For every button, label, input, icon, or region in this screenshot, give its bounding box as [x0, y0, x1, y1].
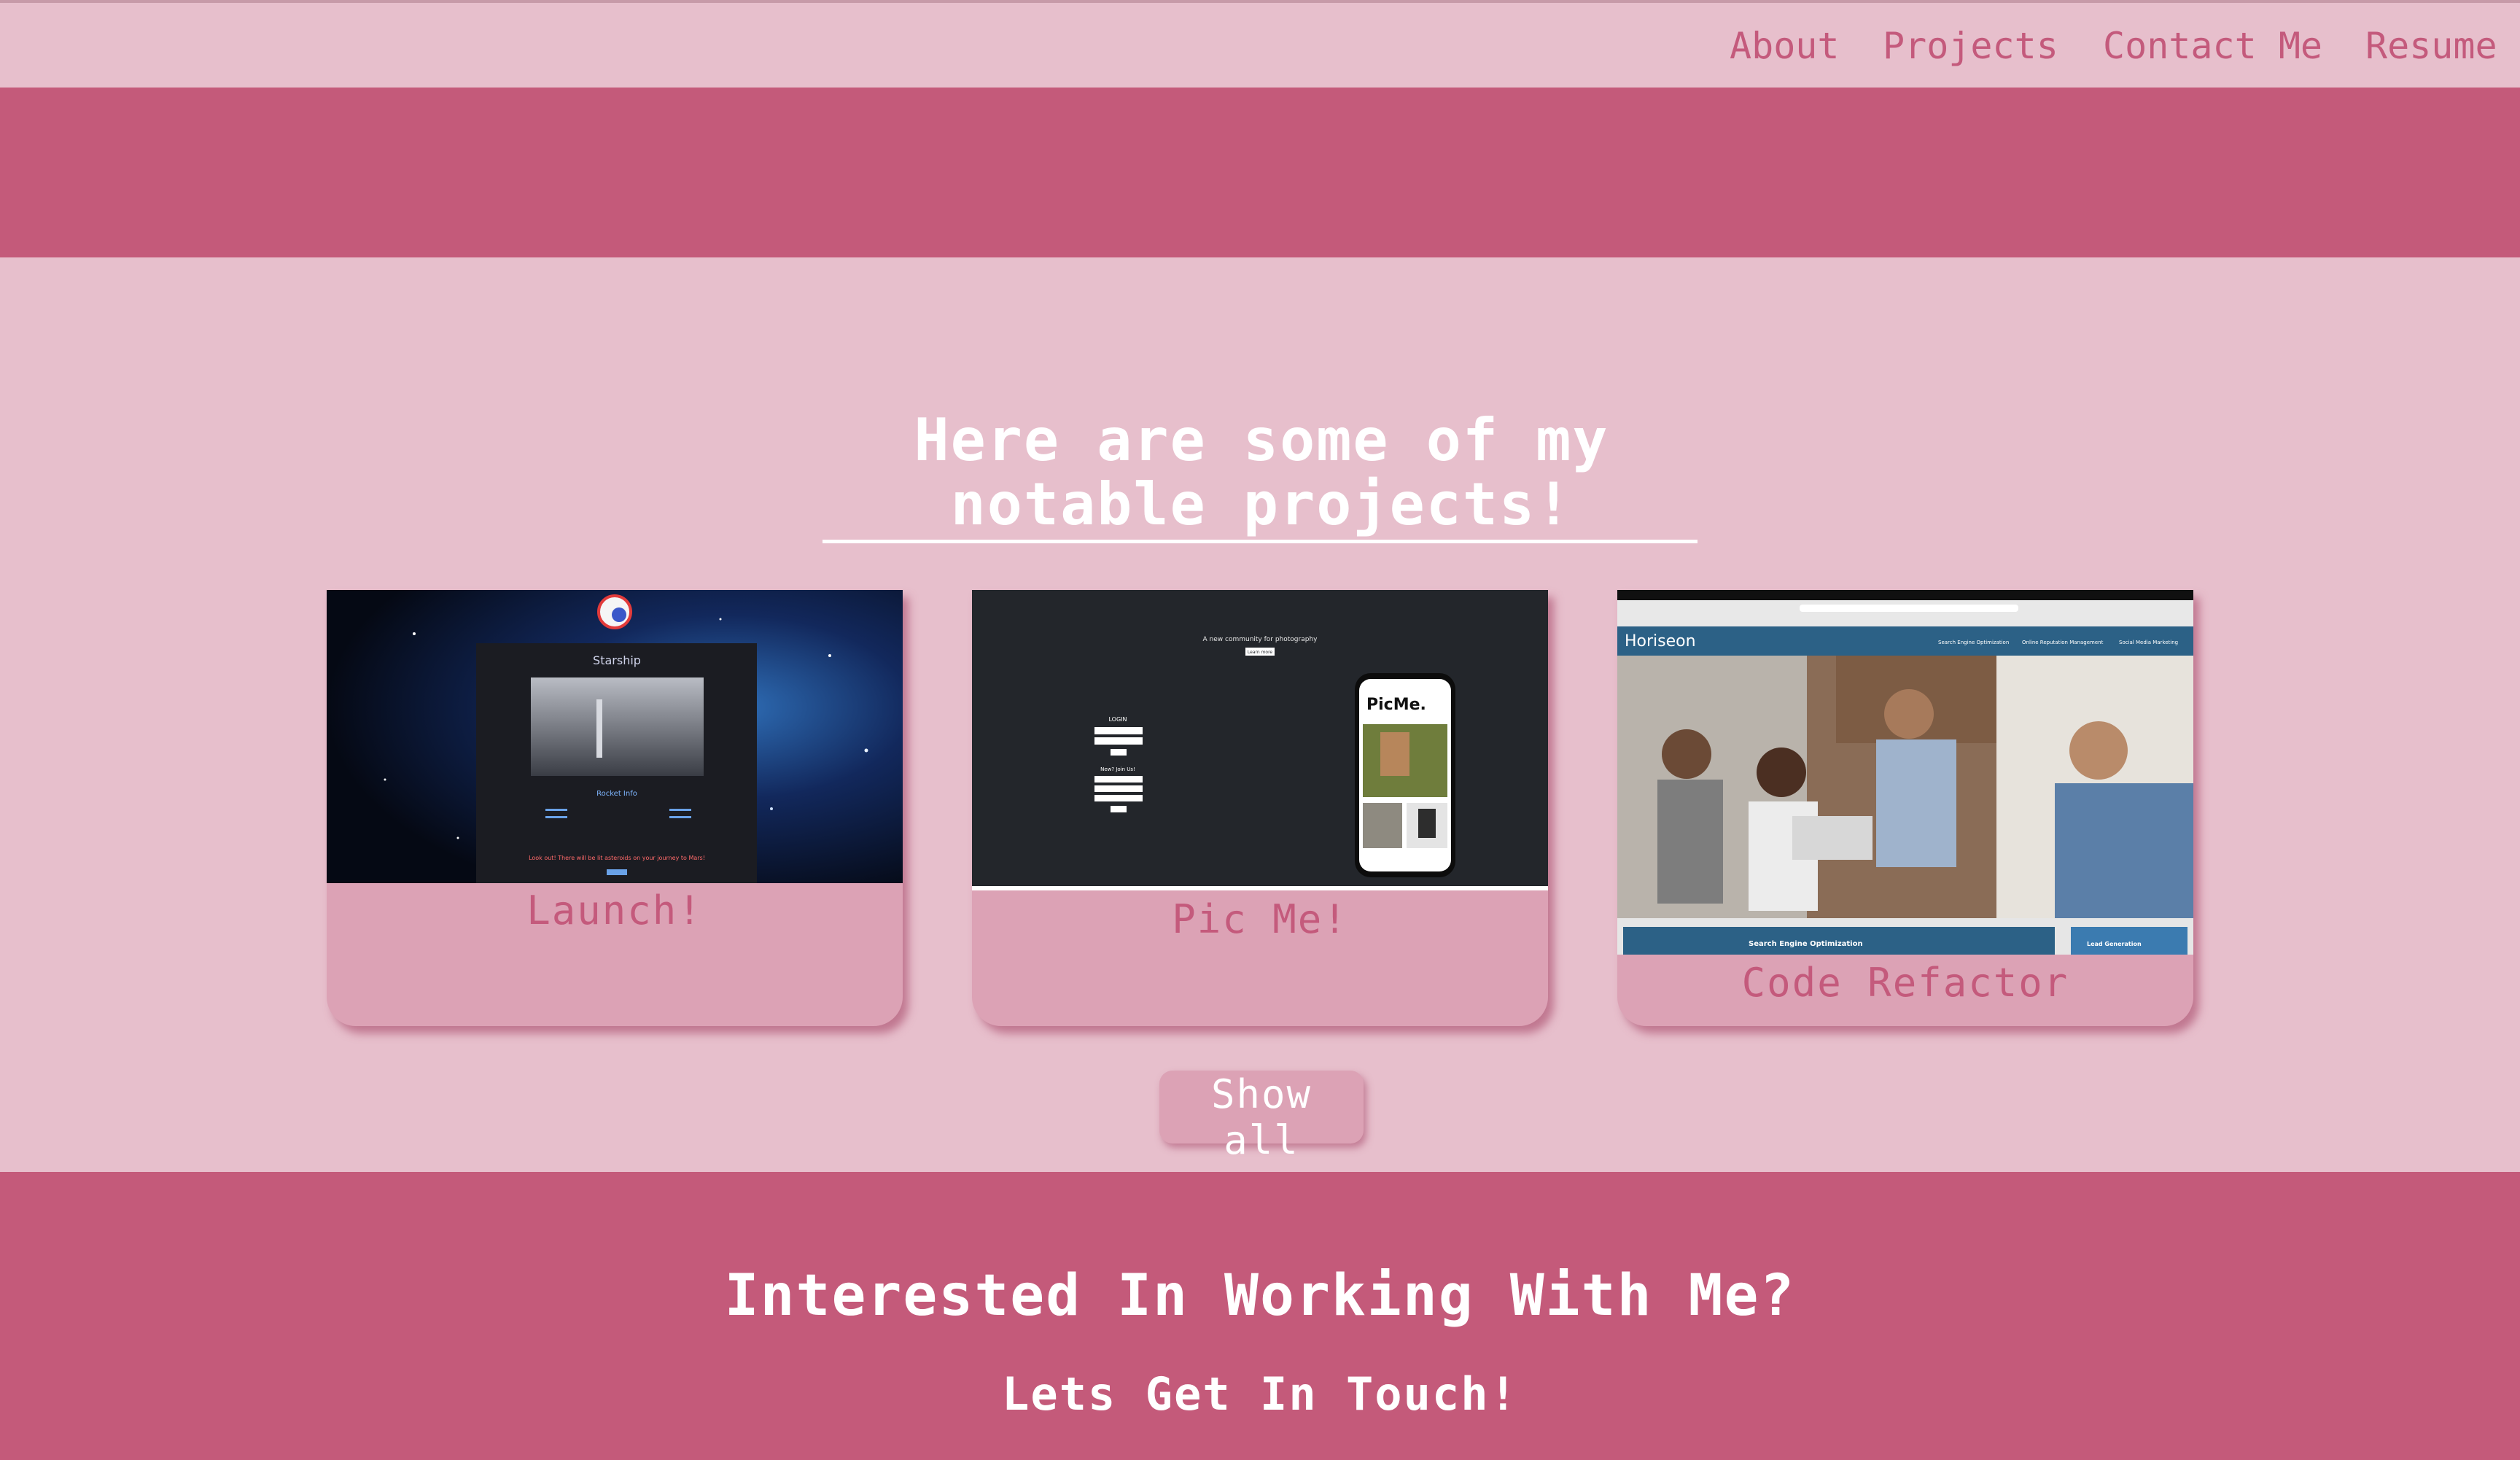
- footer-subtitle[interactable]: Lets Get In Touch!: [0, 1365, 2520, 1424]
- heading-underline: [822, 540, 1698, 543]
- project-card-picme[interactable]: A new community for photography Learn mo…: [972, 590, 1548, 1026]
- nav-link-about[interactable]: About: [1730, 20, 1840, 71]
- launch-screenshot: Starship Rocket Info Look out! There wil…: [327, 590, 903, 883]
- nav-link-resume[interactable]: Resume: [2365, 20, 2497, 71]
- picme-screenshot: A new community for photography Learn mo…: [972, 590, 1548, 890]
- navbar: About Projects Contact Me Resume: [0, 3, 2520, 86]
- code-refactor-screenshot: Horiseon Search Engine Optimization Onli…: [1617, 590, 2193, 955]
- nav-link-contact[interactable]: Contact Me: [2103, 20, 2322, 71]
- picme-shot-join: New? Join Us!: [1100, 766, 1135, 772]
- picme-shot-login: LOGIN: [1108, 716, 1127, 723]
- horiseon-section-seo: Search Engine Optimization: [1749, 940, 1863, 948]
- contact-footer: Interested In Working With Me? Lets Get …: [0, 1172, 2520, 1460]
- projects-heading-line1: Here are some of my: [914, 406, 1609, 474]
- footer-title: Interested In Working With Me?: [724, 1263, 1796, 1329]
- project-card-code-refactor[interactable]: Horiseon Search Engine Optimization Onli…: [1617, 590, 2193, 1026]
- projects-heading-line2: notable projects!: [950, 470, 1573, 538]
- launch-shot-title: Starship: [593, 653, 641, 667]
- card-title-launch[interactable]: Launch!: [327, 889, 903, 933]
- projects-heading: Here are some of my notable projects!: [824, 408, 1699, 537]
- hero-band: [0, 88, 2520, 257]
- picme-shot-tagline: A new community for photography: [1203, 636, 1318, 643]
- horiseon-nav-smm: Social Media Marketing: [2119, 640, 2178, 645]
- horiseon-nav-orm: Online Reputation Management: [2022, 640, 2104, 645]
- show-all-button[interactable]: Show all: [1159, 1071, 1364, 1163]
- card-title-code-refactor[interactable]: Code Refactor: [1617, 961, 2193, 1005]
- project-card-launch[interactable]: Starship Rocket Info Look out! There wil…: [327, 590, 903, 1026]
- card-title-picme[interactable]: Pic Me!: [972, 898, 1548, 941]
- horiseon-nav-seo: Search Engine Optimization: [1938, 640, 2009, 645]
- picme-shot-cta: Learn more: [1248, 650, 1273, 655]
- picme-shot-appname: PicMe.: [1366, 696, 1426, 714]
- horiseon-brand: Horiseon: [1625, 632, 1696, 651]
- launch-shot-section: Rocket Info: [596, 790, 637, 798]
- nav-link-projects[interactable]: Projects: [1883, 20, 2058, 71]
- horiseon-section-leadgen: Lead Generation: [2087, 941, 2142, 947]
- launch-shot-warning: Look out! There will be lit asteroids on…: [529, 855, 705, 861]
